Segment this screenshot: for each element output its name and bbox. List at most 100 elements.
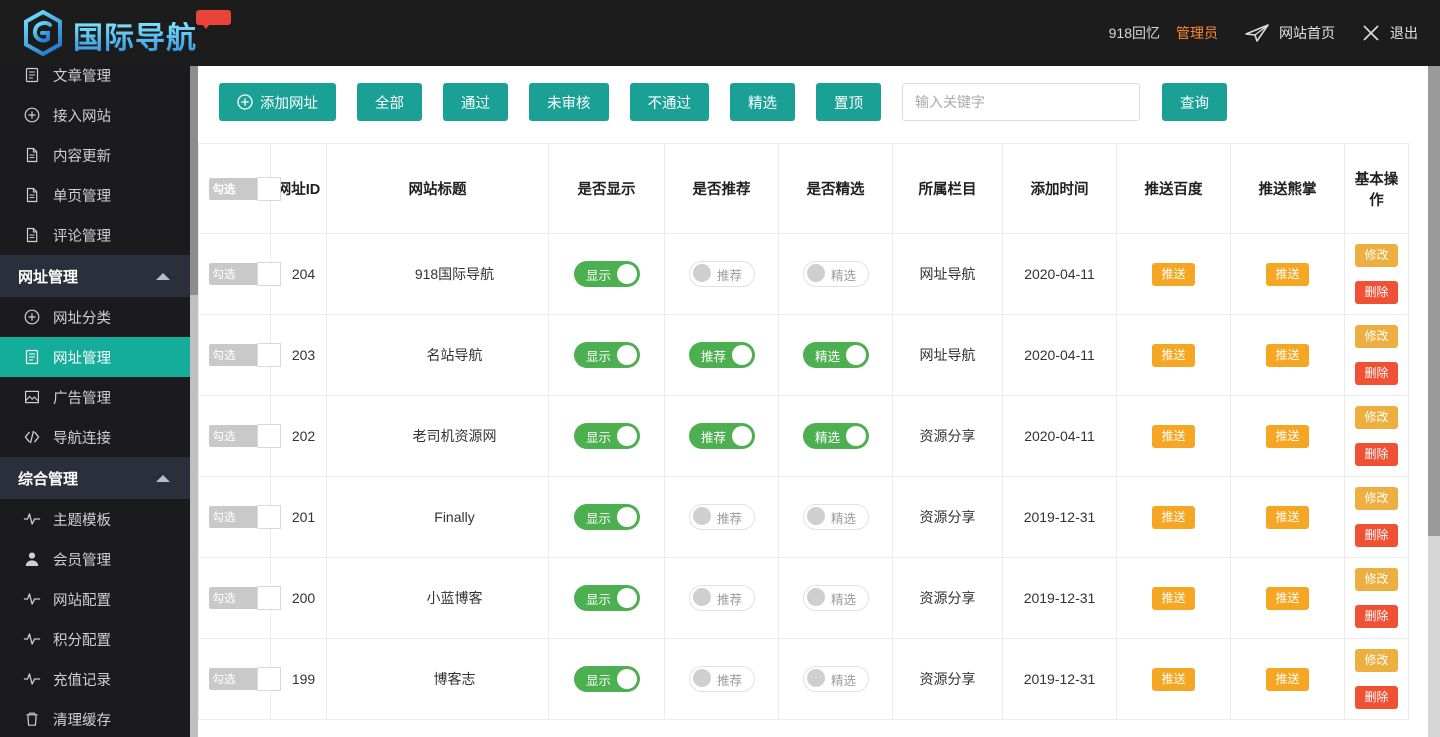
sidebar-item-14[interactable]: 积分配置: [0, 619, 190, 659]
brand-logo[interactable]: 国际导航 beta: [0, 10, 197, 56]
delete-button[interactable]: 删除: [1355, 281, 1397, 304]
row-push-xiongzhang-cell: 推送: [1231, 234, 1345, 315]
edit-button[interactable]: 修改: [1355, 406, 1397, 429]
recommend-toggle[interactable]: 推荐: [689, 666, 755, 692]
recommend-toggle[interactable]: 推荐: [689, 261, 755, 287]
filter-button-0[interactable]: 全部: [357, 83, 422, 121]
sidebar-item-13[interactable]: 网站配置: [0, 579, 190, 619]
close-x-icon: [1361, 23, 1381, 43]
row-select-toggle[interactable]: 勾选: [209, 263, 261, 285]
featured-toggle[interactable]: 精选: [803, 261, 869, 287]
filter-button-5[interactable]: 置顶: [816, 83, 881, 121]
add-url-button[interactable]: 添加网址: [219, 83, 336, 121]
delete-button[interactable]: 删除: [1355, 362, 1397, 385]
recommend-toggle[interactable]: 推荐: [689, 423, 755, 449]
toggle-knob: [257, 262, 281, 286]
featured-toggle[interactable]: 精选: [803, 585, 869, 611]
sidebar-item-4[interactable]: 评论管理: [0, 215, 190, 255]
sidebar-scrollbar[interactable]: [190, 55, 198, 737]
row-select-toggle[interactable]: 勾选: [209, 587, 261, 609]
sidebar-item-3[interactable]: 单页管理: [0, 175, 190, 215]
sidebar-item-2[interactable]: 内容更新: [0, 135, 190, 175]
site-home-link[interactable]: 网站首页: [1244, 23, 1335, 43]
featured-toggle[interactable]: 精选: [803, 504, 869, 530]
row-select-toggle[interactable]: 勾选: [209, 344, 261, 366]
push-baidu-button[interactable]: 推送: [1152, 668, 1194, 691]
edit-button[interactable]: 修改: [1355, 244, 1397, 267]
row-push-xiongzhang-cell: 推送: [1231, 477, 1345, 558]
show-toggle[interactable]: 显示: [574, 585, 640, 611]
featured-toggle[interactable]: 精选: [803, 423, 869, 449]
recommend-toggle[interactable]: 推荐: [689, 342, 755, 368]
push-baidu-button[interactable]: 推送: [1152, 587, 1194, 610]
push-xiongzhang-button[interactable]: 推送: [1266, 263, 1308, 286]
featured-toggle[interactable]: 精选: [803, 342, 869, 368]
row-category: 网址导航: [893, 234, 1003, 315]
query-button[interactable]: 查询: [1162, 83, 1227, 121]
table-column-header-9: 推送熊掌: [1231, 144, 1345, 234]
sidebar-group-5[interactable]: 网址管理: [0, 255, 190, 297]
sidebar-item-6[interactable]: 网址分类: [0, 297, 190, 337]
push-xiongzhang-button[interactable]: 推送: [1266, 506, 1308, 529]
push-baidu-button[interactable]: 推送: [1152, 425, 1194, 448]
show-toggle[interactable]: 显示: [574, 666, 640, 692]
delete-button[interactable]: 删除: [1355, 605, 1397, 628]
table-column-header-2: 网站标题: [327, 144, 549, 234]
sidebar-item-7[interactable]: 网址管理: [0, 337, 190, 377]
filter-button-4[interactable]: 精选: [730, 83, 795, 121]
row-select-toggle[interactable]: 勾选: [209, 668, 261, 690]
sidebar-item-15[interactable]: 充值记录: [0, 659, 190, 699]
push-xiongzhang-button[interactable]: 推送: [1266, 344, 1308, 367]
edit-button[interactable]: 修改: [1355, 487, 1397, 510]
edit-button[interactable]: 修改: [1355, 649, 1397, 672]
edit-button[interactable]: 修改: [1355, 568, 1397, 591]
push-xiongzhang-button[interactable]: 推送: [1266, 587, 1308, 610]
recommend-toggle-label: 推荐: [717, 670, 742, 689]
sidebar-item-12[interactable]: 会员管理: [0, 539, 190, 579]
filter-button-3[interactable]: 不通过: [630, 83, 710, 121]
show-toggle[interactable]: 显示: [574, 423, 640, 449]
logout-button[interactable]: 退出: [1361, 23, 1418, 43]
row-push-baidu-cell: 推送: [1117, 558, 1231, 639]
sidebar-item-1[interactable]: 接入网站: [0, 95, 190, 135]
content-scrollbar[interactable]: [1428, 66, 1440, 737]
sidebar-group-10[interactable]: 综合管理: [0, 457, 190, 499]
table-row: 勾选199博客志显示推荐精选资源分享2019-12-31推送推送修改删除: [199, 639, 1409, 720]
show-toggle[interactable]: 显示: [574, 504, 640, 530]
sidebar-item-11[interactable]: 主题模板: [0, 499, 190, 539]
push-baidu-button[interactable]: 推送: [1152, 344, 1194, 367]
featured-toggle[interactable]: 精选: [803, 666, 869, 692]
toggle-dot: [617, 264, 637, 284]
sidebar-item-8[interactable]: 广告管理: [0, 377, 190, 417]
filter-button-2[interactable]: 未审核: [529, 83, 609, 121]
delete-button[interactable]: 删除: [1355, 524, 1397, 547]
sidebar-item-16[interactable]: 清理缓存: [0, 699, 190, 737]
recommend-toggle[interactable]: 推荐: [689, 585, 755, 611]
delete-button[interactable]: 删除: [1355, 686, 1397, 709]
sidebar-scrollbar-thumb[interactable]: [190, 55, 198, 295]
filter-button-1[interactable]: 通过: [443, 83, 508, 121]
recommend-toggle[interactable]: 推荐: [689, 504, 755, 530]
select-all-toggle[interactable]: 勾选: [209, 178, 261, 200]
row-category: 资源分享: [893, 396, 1003, 477]
push-baidu-button[interactable]: 推送: [1152, 263, 1194, 286]
search-input[interactable]: [902, 83, 1140, 121]
sidebar-group-label: 网址管理: [18, 266, 78, 287]
toggle-dot: [807, 507, 825, 525]
current-user-name: 918回忆: [1109, 23, 1160, 43]
show-toggle[interactable]: 显示: [574, 261, 640, 287]
push-xiongzhang-button[interactable]: 推送: [1266, 668, 1308, 691]
push-xiongzhang-button[interactable]: 推送: [1266, 425, 1308, 448]
row-select-toggle[interactable]: 勾选: [209, 425, 261, 447]
content-scrollbar-thumb[interactable]: [1428, 66, 1440, 536]
delete-button[interactable]: 删除: [1355, 443, 1397, 466]
sidebar-item-label: 文章管理: [53, 65, 111, 86]
plus-circle-icon: [22, 105, 42, 125]
row-operations-cell: 修改删除: [1345, 558, 1409, 639]
admin-page: 国际导航 beta 918回忆 管理员 网站首页 退出 文章管理接入网站内容更新…: [0, 0, 1440, 737]
edit-button[interactable]: 修改: [1355, 325, 1397, 348]
sidebar-item-9[interactable]: 导航连接: [0, 417, 190, 457]
push-baidu-button[interactable]: 推送: [1152, 506, 1194, 529]
show-toggle[interactable]: 显示: [574, 342, 640, 368]
row-select-toggle[interactable]: 勾选: [209, 506, 261, 528]
